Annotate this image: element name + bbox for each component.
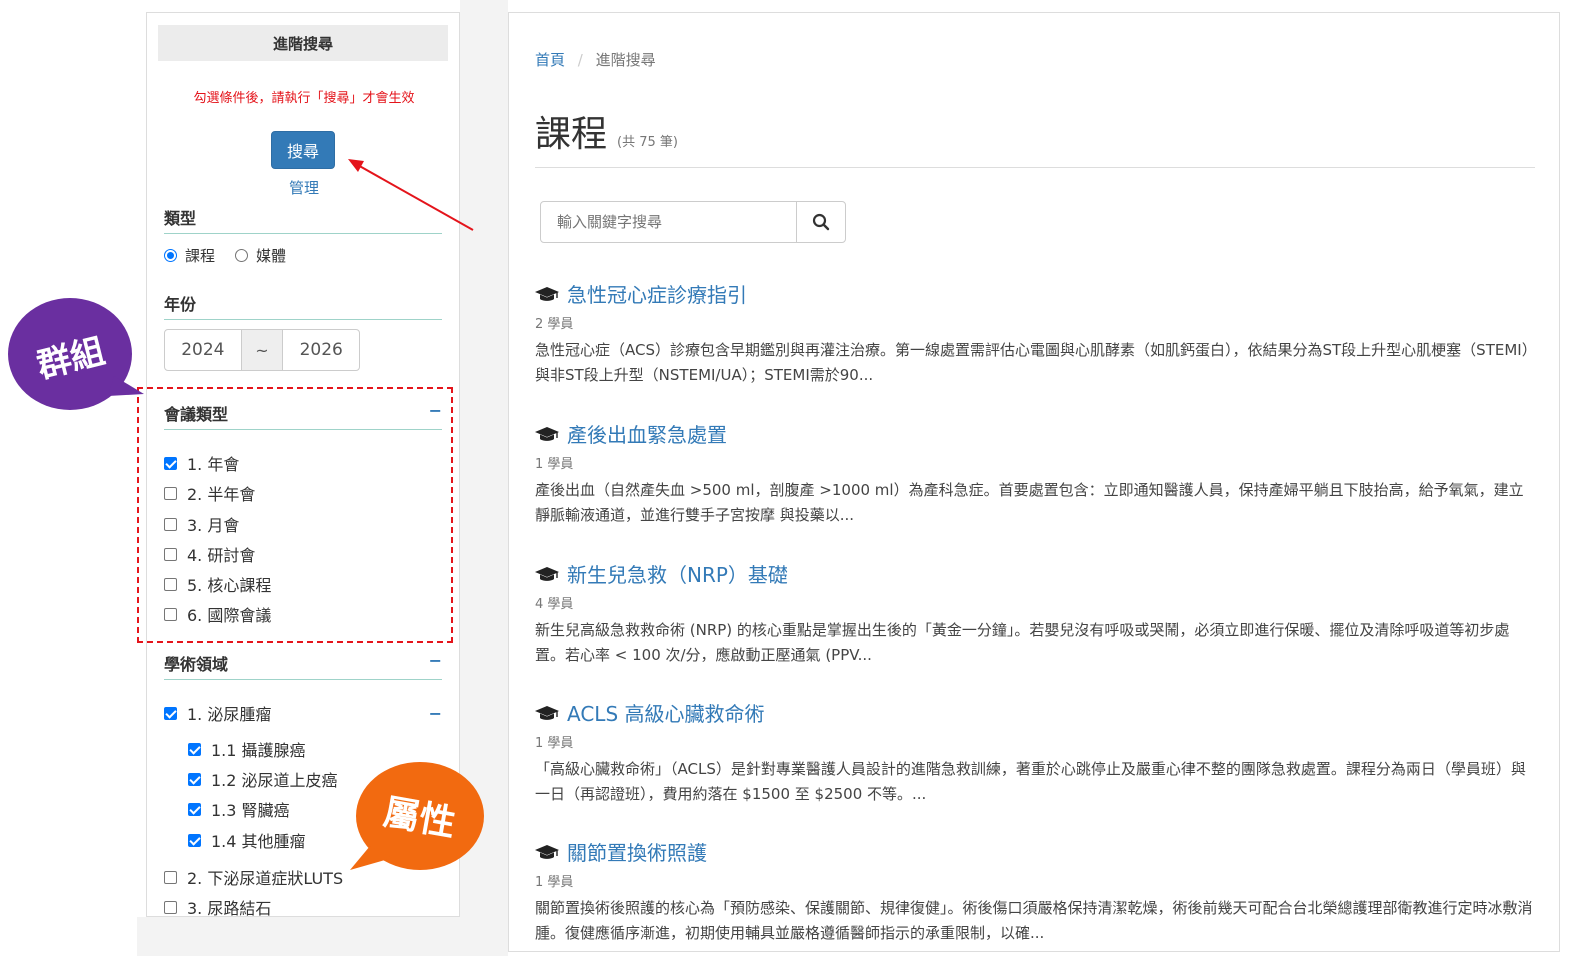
- radio-media-label[interactable]: 媒體: [256, 245, 286, 266]
- course-title-text[interactable]: ACLS 高級心臟救命術: [567, 698, 765, 727]
- course-students: 1 學員: [535, 457, 574, 472]
- search-icon: [812, 213, 830, 231]
- field-subitem-label: 1.4 其他腫瘤: [211, 832, 306, 851]
- field-item[interactable]: 3. 尿路結石: [164, 895, 272, 917]
- annotation-arrow: [348, 159, 474, 231]
- field-subitem[interactable]: 1.2 泌尿道上皮癌: [188, 767, 338, 791]
- breadcrumb-separator: /: [577, 51, 583, 69]
- year-range: 2024 ~ 2026: [164, 329, 360, 371]
- group-highlight-box: [137, 387, 453, 643]
- field-subitem-label: 1.1 攝護腺癌: [211, 741, 306, 760]
- page-title: 課程 (共 75 筆): [535, 105, 678, 157]
- type-radio-group: 課程 媒體: [164, 245, 286, 266]
- breadcrumb: 首頁 / 進階搜尋: [535, 49, 656, 70]
- title-divider: [535, 167, 1535, 168]
- graduation-cap-icon: [535, 566, 559, 581]
- checkbox[interactable]: [164, 870, 177, 884]
- background-bottom-gap: [137, 917, 508, 956]
- course-title-text[interactable]: 新生兒急救（NRP）基礎: [567, 559, 788, 588]
- results-panel: 首頁 / 進階搜尋 課程 (共 75 筆) 急性冠心症診療指引 2 學員 急性冠心…: [508, 12, 1560, 952]
- course-students: 2 學員: [535, 317, 574, 332]
- checkbox[interactable]: [164, 706, 177, 720]
- manage-link-text[interactable]: 管理: [289, 179, 319, 197]
- course-title-text[interactable]: 產後出血緊急處置: [567, 419, 727, 448]
- course-title[interactable]: 新生兒急救（NRP）基礎: [535, 559, 1535, 588]
- checkbox[interactable]: [188, 772, 201, 786]
- course-title[interactable]: 急性冠心症診療指引: [535, 279, 1535, 308]
- checkbox[interactable]: [188, 742, 201, 756]
- radio-media[interactable]: [235, 249, 249, 262]
- graduation-cap-icon: [535, 844, 559, 859]
- field-subitem-label: 1.2 泌尿道上皮癌: [211, 771, 338, 790]
- keyword-search: [540, 201, 846, 243]
- year-from-field[interactable]: 2024: [165, 330, 241, 370]
- course-description: 急性冠心症（ACS）診療包含早期鑑別與再灌注治療。第一線處置需評估心電圖與心肌酵…: [535, 341, 1530, 384]
- search-hint: 勾選條件後，請執行「搜尋」才會生效: [193, 91, 415, 106]
- course-title-text[interactable]: 關節置換術照護: [567, 837, 707, 866]
- year-to-field[interactable]: 2026: [283, 330, 359, 370]
- course-title[interactable]: ACLS 高級心臟救命術: [535, 698, 1535, 727]
- course-students: 4 學員: [535, 597, 574, 612]
- checkbox[interactable]: [188, 833, 201, 847]
- academic-field-label: 學術領域: [164, 655, 229, 674]
- checkbox[interactable]: [188, 802, 201, 816]
- field-item[interactable]: 2. 下泌尿道症狀LUTS: [164, 865, 343, 889]
- checkbox[interactable]: [164, 900, 177, 914]
- course-description: 「高級心臟救命術」（ACLS）是針對專業醫護人員設計的進階急救訓練，著重於心跳停…: [535, 760, 1526, 803]
- course-description: 關節置換術後照護的核心為「預防感染、保護關節、規律復健」。術後傷口須嚴格保持清潔…: [535, 899, 1533, 942]
- course-title[interactable]: 關節置換術照護: [535, 837, 1535, 866]
- course-description: 產後出血（自然產失血 >500 ml，剖腹產 >1000 ml）為產科急症。首要…: [535, 481, 1524, 524]
- academic-field-section-title: 學術領域 −: [164, 651, 442, 680]
- field-item-label: 2. 下泌尿道症狀LUTS: [187, 869, 344, 888]
- course-description: 新生兒高級急救救命術 (NRP) 的核心重點是掌握出生後的「黃金一分鐘」。若嬰兒…: [535, 621, 1510, 664]
- field-item-collapse-toggle[interactable]: −: [429, 704, 442, 723]
- course-item: 產後出血緊急處置 1 學員 產後出血（自然產失血 >500 ml，剖腹產 >10…: [535, 419, 1535, 528]
- breadcrumb-current: 進階搜尋: [595, 51, 656, 69]
- academic-field-collapse-toggle[interactable]: −: [429, 651, 442, 670]
- year-section-title: 年份: [164, 291, 442, 320]
- search-button[interactable]: 搜尋: [271, 131, 335, 169]
- graduation-cap-icon: [535, 286, 559, 301]
- result-count: (共 75 筆): [617, 135, 678, 150]
- keyword-search-input[interactable]: [541, 202, 796, 242]
- field-item-label: 3. 尿路結石: [187, 899, 272, 917]
- field-item-label: 1. 泌尿腫瘤: [187, 705, 272, 724]
- course-item: ACLS 高級心臟救命術 1 學員 「高級心臟救命術」（ACLS）是針對專業醫護…: [535, 698, 1535, 807]
- course-students: 1 學員: [535, 875, 574, 890]
- year-section-label: 年份: [164, 295, 197, 314]
- field-subitem[interactable]: 1.3 腎臟癌: [188, 797, 290, 821]
- field-item-urologic-oncology[interactable]: 1. 泌尿腫瘤 −: [164, 701, 442, 725]
- field-subitem[interactable]: 1.1 攝護腺癌: [188, 737, 306, 761]
- sidebar-header: 進階搜尋: [158, 25, 448, 61]
- breadcrumb-home-link[interactable]: 首頁: [535, 51, 565, 69]
- field-subitem[interactable]: 1.4 其他腫瘤: [188, 828, 306, 852]
- radio-course-label[interactable]: 課程: [185, 245, 215, 266]
- course-item: 關節置換術照護 1 學員 關節置換術後照護的核心為「預防感染、保護關節、規律復健…: [535, 837, 1535, 946]
- radio-course[interactable]: [164, 249, 177, 262]
- course-title-text[interactable]: 急性冠心症診療指引: [567, 279, 747, 308]
- graduation-cap-icon: [535, 426, 559, 441]
- graduation-cap-icon: [535, 705, 559, 720]
- course-item: 急性冠心症診療指引 2 學員 急性冠心症（ACS）診療包含早期鑑別與再灌注治療。…: [535, 279, 1535, 388]
- year-range-separator: ~: [240, 330, 284, 370]
- course-item: 新生兒急救（NRP）基礎 4 學員 新生兒高級急救救命術 (NRP) 的核心重點…: [535, 559, 1535, 668]
- type-section-label: 類型: [164, 209, 197, 228]
- course-title[interactable]: 產後出血緊急處置: [535, 419, 1535, 448]
- course-students: 1 學員: [535, 736, 574, 751]
- field-subitem-label: 1.3 腎臟癌: [211, 801, 290, 820]
- page-title-text: 課程: [535, 114, 608, 155]
- keyword-search-button[interactable]: [796, 202, 845, 242]
